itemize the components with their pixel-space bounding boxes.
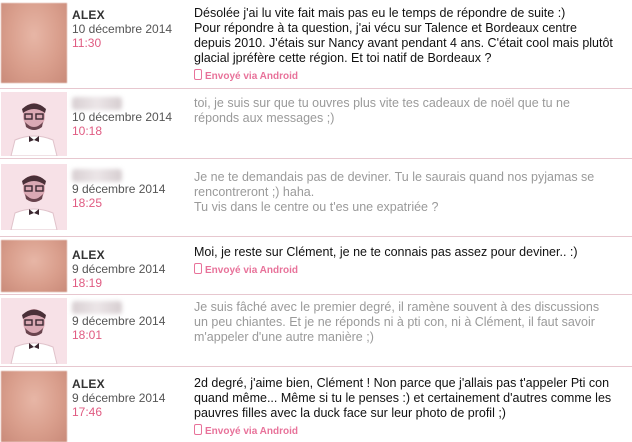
sent-via-label: Envoyé via Android (205, 426, 298, 437)
message-text: Je ne te demandais pas de deviner. Tu le… (194, 170, 595, 214)
message-text: Désolée j'ai lu vite fait mais pas eu le… (194, 6, 613, 65)
message-time: 10:18 (72, 124, 103, 138)
message-time: 18:01 (72, 328, 103, 342)
sent-via-android: Envoyé via Android (194, 69, 614, 83)
male-avatar-icon (1, 298, 67, 364)
message-text: Moi, je reste sur Clément, je ne te conn… (194, 245, 578, 259)
message-time: 18:19 (72, 276, 103, 290)
avatar[interactable] (1, 298, 67, 364)
message-item: ALEX 10 décembre 2014 11:30 Désolée j'ai… (0, 0, 632, 88)
message-author[interactable] (72, 301, 122, 314)
message-item: 9 décembre 2014 18:01 Je suis fâché avec… (0, 294, 632, 367)
message-text: Je suis fâché avec le premier degré, il … (194, 300, 600, 344)
message-author[interactable]: ALEX (72, 377, 184, 391)
male-avatar-icon (1, 164, 67, 230)
message-date: 9 décembre 2014 (72, 391, 166, 405)
avatar[interactable] (1, 164, 67, 230)
avatar[interactable] (1, 371, 67, 442)
message-item: ALEX 9 décembre 2014 17:46 2d degré, j'a… (0, 366, 632, 442)
message-item: ALEX 9 décembre 2014 18:19 Moi, je reste… (0, 236, 632, 295)
message-date: 9 décembre 2014 (72, 314, 166, 328)
message-time: 11:30 (72, 36, 102, 50)
sent-via-label: Envoyé via Android (205, 71, 298, 82)
avatar[interactable] (1, 92, 67, 156)
message-author[interactable] (72, 169, 122, 182)
message-item: 10 décembre 2014 10:18 toi, je suis sur … (0, 88, 632, 159)
message-date: 9 décembre 2014 (72, 262, 166, 276)
male-avatar-icon (1, 92, 67, 156)
sent-via-android: Envoyé via Android (194, 424, 614, 438)
message-text: toi, je suis sur que tu ouvres plus vite… (194, 96, 570, 125)
avatar[interactable] (1, 3, 67, 83)
message-time: 17:46 (72, 405, 103, 419)
message-author[interactable]: ALEX (72, 8, 184, 22)
message-date: 10 décembre 2014 (72, 22, 173, 36)
message-time: 18:25 (72, 196, 103, 210)
message-item: 9 décembre 2014 18:25 Je ne te demandais… (0, 158, 632, 237)
android-phone-icon (194, 263, 202, 274)
message-date: 10 décembre 2014 (72, 110, 173, 124)
message-text: 2d degré, j'aime bien, Clément ! Non par… (194, 376, 612, 420)
message-date: 9 décembre 2014 (72, 182, 166, 196)
android-phone-icon (194, 69, 202, 80)
message-author[interactable] (72, 97, 122, 110)
sent-via-android: Envoyé via Android (194, 263, 614, 277)
android-phone-icon (194, 424, 202, 435)
message-thread: ALEX 10 décembre 2014 11:30 Désolée j'ai… (0, 0, 632, 442)
message-author[interactable]: ALEX (72, 248, 184, 262)
avatar[interactable] (1, 240, 67, 292)
sent-via-label: Envoyé via Android (205, 265, 298, 276)
